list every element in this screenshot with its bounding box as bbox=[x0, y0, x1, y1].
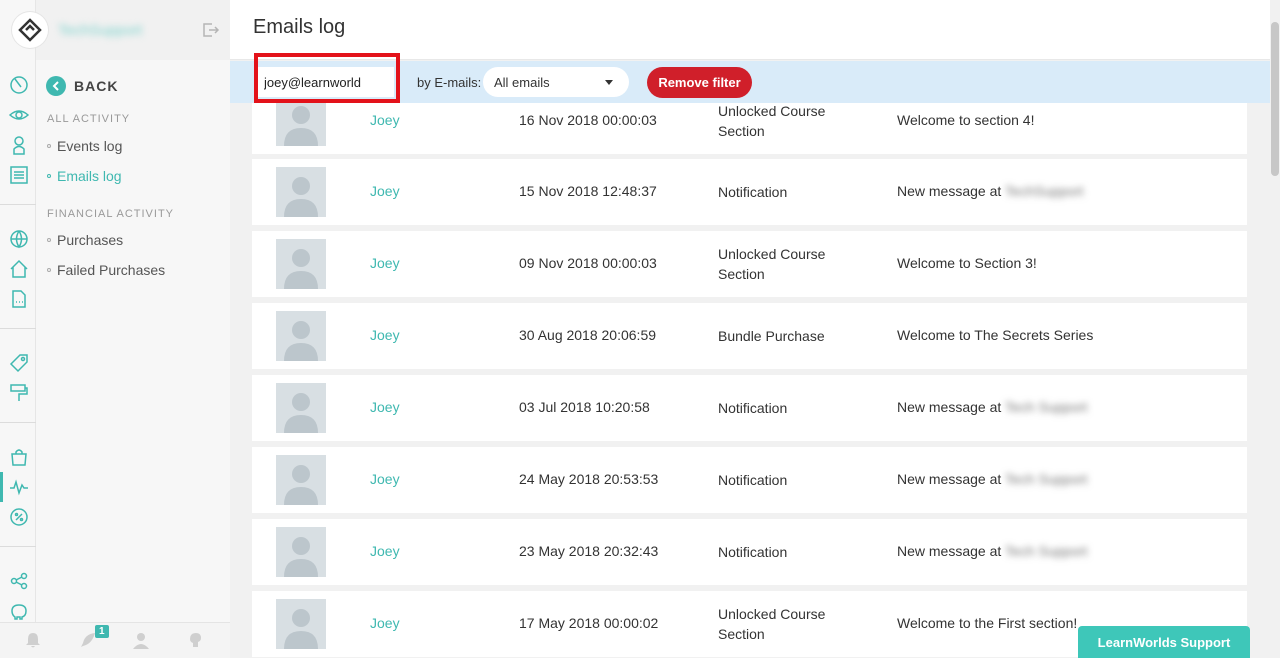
chevron-left-icon bbox=[46, 76, 66, 96]
search-input[interactable] bbox=[258, 67, 394, 97]
email-type-select[interactable]: All emails bbox=[483, 67, 629, 97]
avatar bbox=[276, 455, 326, 505]
table-row[interactable]: Joey 03 Jul 2018 10:20:58 Notification N… bbox=[252, 375, 1247, 441]
sidebar-item-failed-purchases[interactable]: Failed Purchases bbox=[47, 262, 165, 278]
filter-by-label: by E-mails: bbox=[417, 75, 482, 90]
user-name-link[interactable]: Joey bbox=[370, 615, 400, 631]
sidebar-item-emails-log[interactable]: Emails log bbox=[47, 168, 122, 184]
page-scrollbar[interactable] bbox=[1270, 0, 1280, 658]
email-subject: New message at TechSupport bbox=[897, 183, 1084, 199]
avatar bbox=[276, 383, 326, 433]
brand-name: TechSupport bbox=[58, 22, 143, 39]
email-subject: New message at Tech Support bbox=[897, 471, 1088, 487]
email-date: 30 Aug 2018 20:06:59 bbox=[519, 327, 657, 343]
page-title: Emails log bbox=[253, 16, 346, 38]
sidebar-item-label: Emails log bbox=[57, 168, 122, 184]
eye-icon[interactable] bbox=[8, 104, 30, 126]
email-date: 09 Nov 2018 00:00:03 bbox=[519, 255, 657, 271]
share-icon[interactable] bbox=[8, 570, 30, 592]
email-type: Notification bbox=[718, 472, 788, 488]
user-icon[interactable] bbox=[8, 134, 30, 156]
all-activity-heading: ALL ACTIVITY bbox=[47, 113, 131, 125]
main-content: Emails log by E-mails: All emails Remove… bbox=[230, 0, 1270, 658]
email-date: 03 Jul 2018 10:20:58 bbox=[519, 399, 650, 415]
sidebar-item-purchases[interactable]: Purchases bbox=[47, 232, 123, 248]
dashboard-icon[interactable] bbox=[8, 74, 30, 96]
tag-icon[interactable] bbox=[8, 352, 30, 374]
email-type: Notification bbox=[718, 544, 788, 560]
sidebar-item-events-log[interactable]: Events log bbox=[47, 138, 122, 154]
list-icon[interactable] bbox=[8, 164, 30, 186]
bottom-toolbar: 1 bbox=[0, 622, 230, 658]
paint-roller-icon[interactable] bbox=[8, 382, 30, 404]
email-date: 23 May 2018 20:32:43 bbox=[519, 543, 659, 559]
notification-badge: 1 bbox=[95, 625, 109, 638]
discount-icon[interactable] bbox=[8, 506, 30, 528]
email-type: Unlocked Course Section bbox=[718, 606, 826, 642]
page-header: Emails log bbox=[230, 0, 1270, 60]
table-row[interactable]: Joey 09 Nov 2018 00:00:03 Unlocked Cours… bbox=[252, 231, 1247, 297]
email-subject: Welcome to the First section! bbox=[897, 615, 1078, 631]
activity-pulse-icon[interactable] bbox=[8, 476, 30, 498]
email-subject: Welcome to section 4! bbox=[897, 112, 1035, 128]
filter-bar: by E-mails: All emails Remove filter bbox=[230, 53, 1270, 103]
shopping-bag-icon[interactable] bbox=[8, 446, 30, 468]
back-button[interactable]: BACK bbox=[46, 76, 118, 96]
email-type: Notification bbox=[718, 400, 788, 416]
page-icon[interactable] bbox=[8, 288, 30, 310]
user-name-link[interactable]: Joey bbox=[370, 399, 400, 415]
piggy-bank-icon[interactable] bbox=[8, 600, 30, 622]
activity-subnav: BACK ALL ACTIVITY Events log Emails log … bbox=[36, 60, 230, 622]
logout-icon[interactable] bbox=[200, 20, 220, 40]
sidebar-item-label: Purchases bbox=[57, 232, 124, 248]
profile-icon[interactable] bbox=[132, 631, 150, 649]
globe-icon[interactable] bbox=[8, 228, 30, 250]
sidebar-item-label: Events log bbox=[57, 138, 123, 154]
avatar bbox=[276, 527, 326, 577]
school-logo[interactable] bbox=[12, 12, 48, 48]
email-date: 15 Nov 2018 12:48:37 bbox=[519, 183, 657, 199]
user-name-link[interactable]: Joey bbox=[370, 543, 400, 559]
email-type: Notification bbox=[718, 184, 788, 200]
emails-list: Joey 16 Nov 2018 00:00:03 Unlocked Cours… bbox=[230, 103, 1270, 658]
back-label: BACK bbox=[74, 78, 119, 94]
home-icon[interactable] bbox=[8, 258, 30, 280]
avatar bbox=[276, 103, 326, 146]
email-date: 16 Nov 2018 00:00:03 bbox=[519, 112, 657, 128]
help-icon[interactable] bbox=[186, 631, 204, 649]
email-subject: Welcome to The Secrets Series bbox=[897, 327, 1094, 343]
email-subject: New message at Tech Support bbox=[897, 399, 1088, 415]
table-row[interactable]: Joey 15 Nov 2018 12:48:37 Notification N… bbox=[252, 159, 1247, 225]
email-subject: Welcome to Section 3! bbox=[897, 255, 1037, 271]
user-name-link[interactable]: Joey bbox=[370, 255, 400, 271]
table-row[interactable]: Joey 16 Nov 2018 00:00:03 Unlocked Cours… bbox=[252, 103, 1247, 154]
avatar bbox=[276, 239, 326, 289]
avatar bbox=[276, 311, 326, 361]
user-name-link[interactable]: Joey bbox=[370, 471, 400, 487]
user-name-link[interactable]: Joey bbox=[370, 183, 400, 199]
sidebar-item-label: Failed Purchases bbox=[57, 262, 166, 278]
email-type: Unlocked Course Section bbox=[718, 103, 826, 139]
email-type-select-value: All emails bbox=[494, 75, 550, 90]
email-type: Unlocked Course Section bbox=[718, 246, 826, 282]
scrollbar-thumb[interactable] bbox=[1271, 22, 1279, 176]
email-type: Bundle Purchase bbox=[718, 328, 825, 344]
table-row[interactable]: Joey 24 May 2018 20:53:53 Notification N… bbox=[252, 447, 1247, 513]
caret-down-icon bbox=[605, 80, 613, 85]
user-name-link[interactable]: Joey bbox=[370, 112, 400, 128]
email-date: 24 May 2018 20:53:53 bbox=[519, 471, 659, 487]
icon-rail bbox=[0, 0, 36, 658]
support-button[interactable]: LearnWorlds Support bbox=[1078, 626, 1250, 658]
avatar bbox=[276, 167, 326, 217]
table-row[interactable]: Joey 23 May 2018 20:32:43 Notification N… bbox=[252, 519, 1247, 585]
table-row[interactable]: Joey 30 Aug 2018 20:06:59 Bundle Purchas… bbox=[252, 303, 1247, 369]
remove-filter-button[interactable]: Remove filter bbox=[647, 67, 752, 98]
bell-icon[interactable] bbox=[24, 631, 42, 649]
financial-activity-heading: FINANCIAL ACTIVITY bbox=[47, 208, 175, 220]
email-date: 17 May 2018 00:00:02 bbox=[519, 615, 659, 631]
email-subject: New message at Tech Support bbox=[897, 543, 1088, 559]
user-name-link[interactable]: Joey bbox=[370, 327, 400, 343]
avatar bbox=[276, 599, 326, 649]
